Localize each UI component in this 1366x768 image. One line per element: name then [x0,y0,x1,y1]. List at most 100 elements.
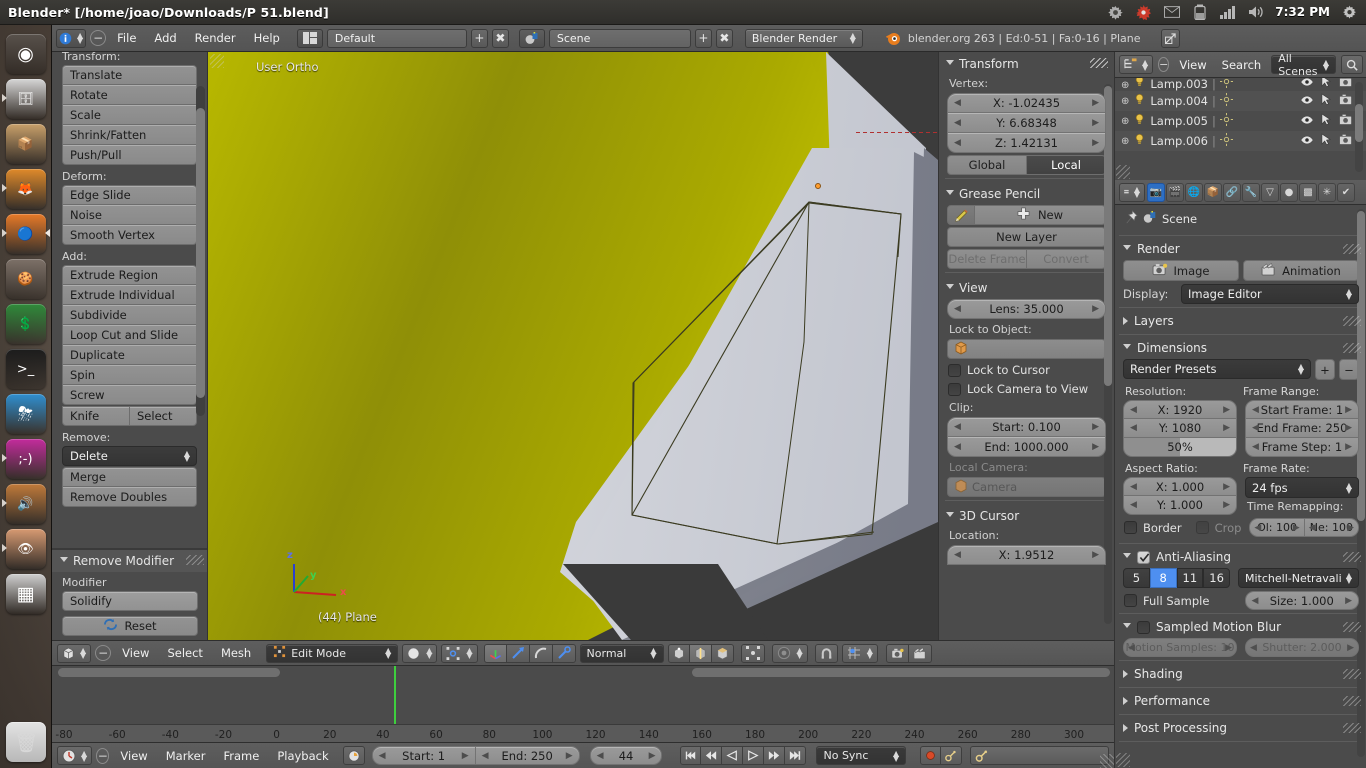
new-grease-pencil-button[interactable]: New [975,205,1106,225]
auto-key-icon[interactable] [343,746,365,765]
start-frame-field[interactable]: ◀ Start: 1 ▶ [372,746,476,765]
clip-start-field[interactable]: ◀ Start: 0.100 ▶ [947,417,1106,437]
increment-arrow-icon[interactable]: ▶ [1092,118,1099,128]
reset-button[interactable]: Reset [62,616,198,636]
menu-add[interactable]: Add [147,29,183,47]
aa-sample-11[interactable]: 11 [1177,568,1204,588]
decrement-arrow-icon[interactable]: ◀ [1254,523,1261,533]
render-engine-dropdown[interactable]: Blender Render ▲▼ [745,29,863,48]
tool-button-push-pull[interactable]: Push/Pull [62,145,197,165]
increment-arrow-icon[interactable]: ▶ [1345,423,1352,433]
next-keyframe-icon[interactable] [764,746,785,765]
object-tab[interactable]: 📦 [1204,183,1222,202]
cursor-x-field[interactable]: ◀ X: 1.9512 ▶ [947,545,1106,565]
menu-file[interactable]: File [110,29,143,47]
end-frame-field[interactable]: ◀ End: 250 ▶ [476,746,580,765]
sound-settings-icon[interactable]: 🔊 [6,484,46,524]
interaction-mode-dropdown[interactable]: Edit Mode ▲▼ [266,644,398,663]
timeline-corner-grip[interactable] [1100,754,1114,768]
post-processing-panel-header[interactable]: Post Processing [1115,717,1366,739]
signal-icon[interactable] [1219,4,1236,21]
outliner-tree[interactable]: ⊕Lamp.003|⊕Lamp.004|⊕Lamp.005|⊕Lamp.006| [1115,78,1366,180]
decrement-arrow-icon[interactable]: ◀ [954,422,961,432]
decrement-arrow-icon[interactable]: ◀ [954,118,961,128]
aa-sample-16[interactable]: 16 [1203,568,1230,588]
outliner-scrollbar-thumb[interactable] [1355,104,1363,142]
breadcrumb-scene-label[interactable]: Scene [1162,212,1197,226]
eye-icon[interactable] [1300,78,1314,90]
viewport-canvas[interactable] [208,52,938,640]
trash-icon[interactable]: 🗑 [6,722,46,762]
gear-icon[interactable] [1341,4,1358,21]
tool-button-extrude-individual[interactable]: Extrude Individual [62,285,197,305]
keying-set-icon[interactable] [941,746,962,765]
sync-mode-dropdown[interactable]: No Sync ▲▼ [816,746,906,765]
render-image-button[interactable]: Image [1123,260,1239,281]
expand-icon[interactable]: ⊕ [1121,136,1129,147]
new-layer-button[interactable]: New Layer [947,227,1106,247]
collapse-icon[interactable]: − [1158,57,1169,72]
material-tab[interactable]: ● [1280,183,1298,202]
remove-preset-button[interactable]: − [1339,359,1359,380]
antialiasing-samples-toggle[interactable]: 581116 [1123,568,1230,588]
crop-checkbox[interactable]: Crop [1196,521,1242,535]
display-mode-dropdown[interactable]: All Scenes ▲▼ [1271,55,1336,74]
lock-camera-to-view-checkbox[interactable]: Lock Camera to View [939,380,1114,399]
render-tab[interactable]: 📷 [1147,183,1165,202]
clip-end-field[interactable]: ◀ End: 1000.000 ▶ [947,437,1106,457]
increment-arrow-icon[interactable]: ▶ [1345,442,1352,452]
antialiasing-filter-dropdown[interactable]: Mitchell-Netravali ▲▼ [1238,568,1359,588]
money-icon[interactable]: 💲 [6,304,46,344]
decrement-arrow-icon[interactable]: ◀ [1128,643,1135,653]
outliner-corner-grip[interactable] [1116,165,1130,179]
eye-icon[interactable] [1300,114,1314,128]
camera-icon[interactable] [1339,114,1353,128]
motion-blur-panel-header[interactable]: Sampled Motion Blur [1115,616,1366,638]
collapsed-panels-list[interactable]: ShadingPerformancePost Processing [1115,663,1366,742]
decrement-arrow-icon[interactable]: ◀ [954,550,961,560]
eye-icon[interactable] [1300,134,1314,148]
tl-menu-view[interactable]: View [113,747,154,765]
weather-icon[interactable]: ⛈ [6,394,46,434]
shading-panel-header[interactable]: Shading [1115,663,1366,685]
bug-icon[interactable] [1135,4,1152,21]
transform-space-toggle[interactable]: Global Local [947,155,1106,175]
render-panel-header[interactable]: Render [1115,238,1366,260]
increment-arrow-icon[interactable]: ▶ [1092,138,1099,148]
resolution-x-field[interactable]: ◀ X: 1920 ▶ [1123,400,1237,419]
increment-arrow-icon[interactable]: ▶ [1092,550,1099,560]
increment-arrow-icon[interactable]: ▶ [1347,643,1354,653]
ubuntu-dash-icon[interactable]: ◉ [6,34,46,74]
physics-tab[interactable]: ✔ [1337,183,1355,202]
tool-shelf[interactable]: Transform:TranslateRotateScaleShrink/Fat… [52,52,208,640]
toolshelf-scrollbar-thumb[interactable] [196,108,205,398]
tool-button-remove-doubles[interactable]: Remove Doubles [62,487,197,507]
decrement-arrow-icon[interactable]: ◀ [1130,405,1137,415]
timeline-hscrollbar-left[interactable] [58,668,280,677]
constraints-tab[interactable]: 🔗 [1223,183,1241,202]
proportional-edit-dropdown[interactable]: ▲▼ [772,644,808,663]
antialiasing-size-field[interactable]: ◀ Size: 1.000 ▶ [1245,591,1360,610]
increment-arrow-icon[interactable]: ▶ [1092,422,1099,432]
global-space-button[interactable]: Global [947,155,1027,175]
decrement-arrow-icon[interactable]: ◀ [379,751,386,761]
aa-sample-8[interactable]: 8 [1150,568,1177,588]
keying-set-field[interactable] [970,746,1109,765]
volume-icon[interactable] [1247,4,1264,21]
tool-button-knife[interactable]: Knife [62,406,130,426]
tool-button-select[interactable]: Select [130,406,197,426]
software-updater-icon[interactable]: 📦 [6,124,46,164]
transform-orientation-dropdown[interactable]: Normal ▲▼ [580,644,664,663]
increment-arrow-icon[interactable]: ▶ [649,751,656,761]
expand-icon[interactable]: ⊕ [1121,80,1129,91]
camera-icon[interactable] [1339,78,1353,90]
increment-arrow-icon[interactable]: ▶ [1225,643,1232,653]
pencil-icon[interactable] [947,205,975,225]
3d-cursor-panel-header[interactable]: 3D Cursor [939,504,1114,527]
vp-menu-select[interactable]: Select [160,644,209,662]
increment-arrow-icon[interactable]: ▶ [1092,98,1099,108]
lock-to-cursor-checkbox[interactable]: Lock to Cursor [939,361,1114,380]
increment-arrow-icon[interactable]: ▶ [1223,423,1230,433]
render-image-icon[interactable] [886,644,909,663]
ol-menu-view[interactable]: View [1174,56,1211,74]
